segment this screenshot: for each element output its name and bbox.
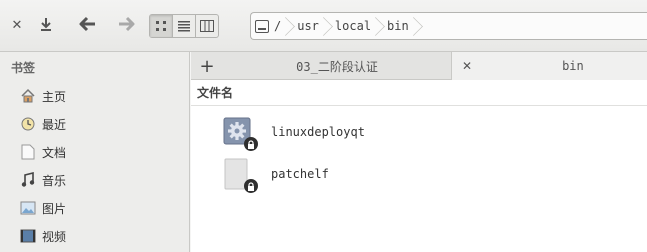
- home-icon: [20, 88, 36, 104]
- toolbar: ✕ / usr local bin: [0, 0, 647, 52]
- download-icon[interactable]: [38, 16, 54, 34]
- close-tab-icon[interactable]: ✕: [462, 59, 472, 73]
- file-name: patchelf: [271, 167, 329, 181]
- forward-arrow-icon[interactable]: [115, 14, 137, 38]
- recent-icon: [20, 116, 36, 132]
- column-header-filename[interactable]: 文件名: [191, 80, 647, 106]
- path-bar: / usr local bin: [250, 12, 647, 40]
- grid-icon: [156, 21, 166, 31]
- file-list: 文件名 linuxdeployqt patchelf: [191, 80, 647, 252]
- file-name: linuxdeployqt: [271, 125, 365, 139]
- list-item[interactable]: patchelf: [223, 156, 329, 193]
- path-crumb-root[interactable]: /: [251, 13, 290, 39]
- blank-file-icon: [223, 158, 258, 193]
- picture-icon: [20, 200, 36, 216]
- sidebar-item-pictures[interactable]: 图片: [20, 197, 185, 219]
- sidebar-item-videos[interactable]: 视频: [20, 225, 185, 247]
- tab-bin[interactable]: ✕ bin: [452, 52, 647, 80]
- icon-view-button[interactable]: [150, 15, 173, 37]
- close-icon[interactable]: ✕: [10, 18, 24, 34]
- lock-icon: [244, 179, 258, 193]
- sidebar-item-recent[interactable]: 最近: [20, 113, 185, 135]
- document-icon: [20, 144, 36, 160]
- lock-icon: [244, 137, 258, 151]
- new-tab-button[interactable]: +: [191, 52, 223, 80]
- executable-gear-icon: [223, 116, 258, 151]
- columns-icon: [200, 20, 214, 32]
- sidebar-item-documents[interactable]: 文档: [20, 141, 185, 163]
- path-crumb-usr[interactable]: usr: [290, 13, 328, 39]
- column-view-button[interactable]: [196, 15, 218, 37]
- sidebar-item-music[interactable]: 音乐: [20, 169, 185, 191]
- sidebar-item-home[interactable]: 主页: [20, 85, 185, 107]
- back-arrow-icon[interactable]: [77, 14, 99, 38]
- list-view-button[interactable]: [173, 15, 196, 37]
- tab-bar: + 03_二阶段认证 ✕ bin: [191, 52, 647, 80]
- sidebar: 书签 主页 最近 文档 音乐 图片 视频: [0, 52, 190, 252]
- list-icon: [178, 21, 190, 32]
- view-mode-group: [149, 14, 219, 38]
- disk-icon: [255, 19, 269, 33]
- sidebar-header: 书签: [11, 61, 36, 75]
- path-crumb-bin[interactable]: bin: [380, 13, 418, 39]
- path-crumb-local[interactable]: local: [328, 13, 380, 39]
- tab-03-auth[interactable]: 03_二阶段认证: [223, 52, 452, 80]
- video-icon: [20, 228, 36, 244]
- plus-icon: +: [199, 55, 215, 77]
- music-icon: [20, 172, 36, 188]
- list-item[interactable]: linuxdeployqt: [223, 114, 365, 151]
